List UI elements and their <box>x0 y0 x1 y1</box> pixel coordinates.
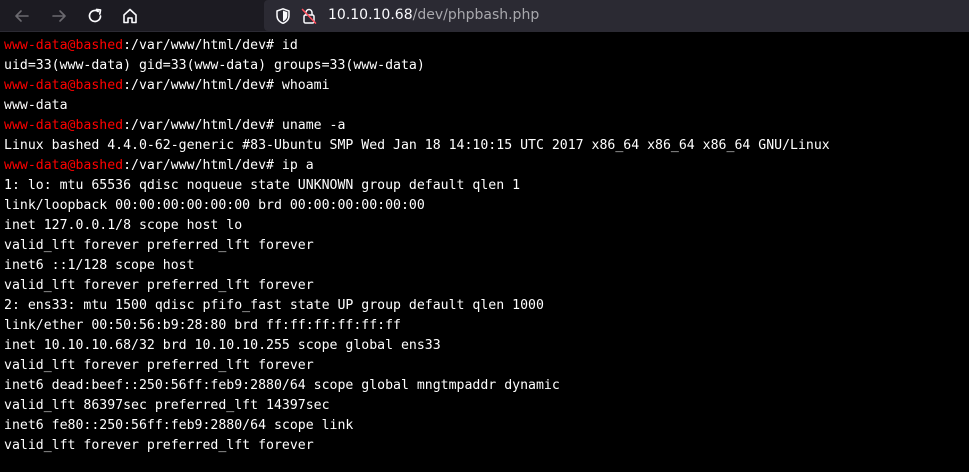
arrow-left-icon <box>13 7 31 25</box>
url-text[interactable]: 10.10.10.68/dev/phpbash.php <box>328 6 539 24</box>
prompt-path: :/var/www/html/dev# <box>123 78 282 93</box>
browser-toolbar: 10.10.10.68/dev/phpbash.php <box>0 0 969 32</box>
output-line: 2: ens33: mtu 1500 qdisc pfifo_fast stat… <box>4 298 544 313</box>
insecure-lock-icon[interactable] <box>300 7 318 25</box>
output-line: valid_lft forever preferred_lft forever <box>4 278 314 293</box>
output-line: inet6 fe80::250:56ff:feb9:2880/64 scope … <box>4 418 354 433</box>
output-line: valid_lft forever preferred_lft forever <box>4 238 314 253</box>
prompt-path: :/var/www/html/dev# <box>123 38 282 53</box>
prompt-line: www-data@bashed:/var/www/html/dev# id <box>4 36 964 56</box>
prompt-line: www-data@bashed:/var/www/html/dev# whoam… <box>4 76 964 96</box>
home-icon <box>121 7 139 25</box>
prompt-path: :/var/www/html/dev# <box>123 118 282 133</box>
url-path: /dev/phpbash.php <box>412 7 540 23</box>
output-line: link/ether 00:50:56:b9:28:80 brd ff:ff:f… <box>4 318 401 333</box>
forward-button[interactable] <box>47 4 71 28</box>
command-text: whoami <box>281 78 330 93</box>
output-line: Linux bashed 4.4.0-62-generic #83-Ubuntu… <box>4 138 830 153</box>
command-text: ip a <box>281 158 314 173</box>
output-line: inet6 ::1/128 scope host <box>4 258 195 273</box>
url-bar[interactable]: 10.10.10.68/dev/phpbash.php <box>264 0 969 31</box>
terminal-output[interactable]: www-data@bashed:/var/www/html/dev# id uid… <box>4 36 964 456</box>
output-line: inet6 dead:beef::250:56ff:feb9:2880/64 s… <box>4 378 560 393</box>
reload-icon <box>86 7 104 25</box>
prompt-line: www-data@bashed:/var/www/html/dev# ip a <box>4 156 964 176</box>
prompt-line: www-data@bashed:/var/www/html/dev# uname… <box>4 116 964 136</box>
output-line: link/loopback 00:00:00:00:00:00 brd 00:0… <box>4 198 425 213</box>
prompt-path: :/var/www/html/dev# <box>123 158 282 173</box>
prompt-user-host: www-data@bashed <box>4 158 124 173</box>
reload-button[interactable] <box>83 4 107 28</box>
command-text: id <box>281 38 298 53</box>
prompt-user-host: www-data@bashed <box>4 118 124 133</box>
arrow-right-icon <box>50 7 68 25</box>
output-line: valid_lft forever preferred_lft forever <box>4 358 314 373</box>
output-line: www-data <box>4 98 68 113</box>
back-button[interactable] <box>10 4 34 28</box>
output-line: inet 127.0.0.1/8 scope host lo <box>4 218 243 233</box>
prompt-user-host: www-data@bashed <box>4 38 124 53</box>
shield-icon[interactable] <box>274 7 292 25</box>
home-button[interactable] <box>118 4 142 28</box>
output-line: uid=33(www-data) gid=33(www-data) groups… <box>4 58 425 73</box>
output-line: valid_lft forever preferred_lft forever <box>4 438 314 453</box>
prompt-user-host: www-data@bashed <box>4 78 124 93</box>
output-line: valid_lft 86397sec preferred_lft 14397se… <box>4 398 330 413</box>
command-text: uname -a <box>281 118 346 133</box>
output-line: inet 10.10.10.68/32 brd 10.10.10.255 sco… <box>4 338 441 353</box>
output-line: 1: lo: mtu 65536 qdisc noqueue state UNK… <box>4 178 521 193</box>
url-host: 10.10.10.68 <box>328 7 413 23</box>
